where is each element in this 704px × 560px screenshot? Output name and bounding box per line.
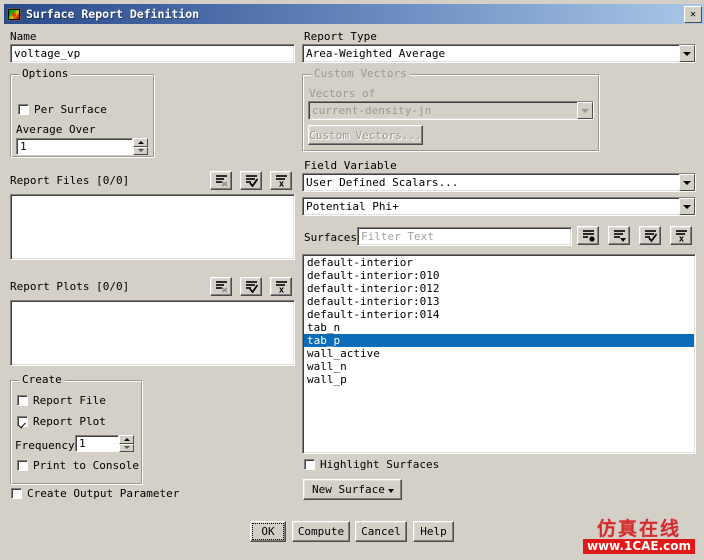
report-files-label: Report Files [0/0] [10,174,129,187]
report-file-checkbox[interactable]: Report File [17,394,106,407]
report-files-check-icon[interactable] [240,171,262,190]
surfaces-list[interactable]: default-interiordefault-interior:010defa… [302,254,696,454]
report-type-combo[interactable]: Area-Weighted Average [302,44,696,63]
surfaces-filter-input[interactable]: Filter Text [357,227,572,246]
ok-button[interactable]: OK [250,521,286,542]
chevron-down-icon-new-surface [388,483,394,496]
custom-vectors-button: Custom Vectors... [308,125,423,145]
field-variable-label: Field Variable [304,159,397,172]
chevron-down-icon[interactable] [679,45,695,62]
surface-report-definition-dialog: Surface Report Definition ✕ Name voltage… [0,0,704,560]
new-surface-label: New Surface [312,483,385,496]
average-over-up-icon[interactable] [133,138,148,147]
vectors-of-value: current-density-jn [312,104,431,117]
list-item[interactable]: wall_active [304,347,695,360]
name-label: Name [10,30,37,43]
average-over-input[interactable]: 1 [16,138,133,155]
watermark-url-text: www.1CAE.com [583,539,695,554]
report-file-label: Report File [33,394,106,407]
field-variable-category-combo[interactable]: User Defined Scalars... [302,173,696,192]
list-item[interactable]: default-interior:010 [304,269,695,282]
create-output-parameter-checkbox-box [11,488,22,499]
print-to-console-checkbox-box [17,460,28,471]
window-titlebar[interactable]: Surface Report Definition ✕ [4,4,704,24]
print-to-console-checkbox[interactable]: Print to Console [17,459,139,472]
report-plot-label: Report Plot [33,415,106,428]
chevron-down-icon-variable[interactable] [679,198,695,215]
field-variable-value: Potential Phi+ [306,200,399,213]
highlight-surfaces-label: Highlight Surfaces [320,458,439,471]
window-title: Surface Report Definition [26,7,199,21]
list-item[interactable]: wall_p [304,373,695,386]
create-group-caption: Create [19,374,65,386]
watermark-cn-text: 仿真在线 [597,519,681,539]
report-files-list[interactable] [10,194,295,260]
svg-text:x: x [678,235,684,243]
options-group-caption: Options [19,68,71,80]
frequency-up-icon[interactable] [119,435,134,444]
frequency-down-icon[interactable] [119,444,134,453]
list-item[interactable]: default-interior [304,256,695,269]
create-output-parameter-label: Create Output Parameter [27,487,179,500]
field-variable-category-value: User Defined Scalars... [306,176,458,189]
list-item[interactable]: default-interior:013 [304,295,695,308]
surfaces-check-icon[interactable] [639,226,661,245]
fluent-app-icon [7,8,21,21]
report-plots-check-icon[interactable] [240,277,262,296]
watermark: 仿真在线 www.1CAE.com [580,514,698,554]
surfaces-dropdown-icon[interactable] [608,226,630,245]
surfaces-label: Surfaces [304,231,357,244]
per-surface-checkbox[interactable]: Per Surface [18,103,107,116]
list-item[interactable]: default-interior:014 [304,308,695,321]
report-plot-checkbox-box [17,416,28,427]
vectors-of-combo: current-density-jn [308,101,594,120]
report-plots-new-icon[interactable] [210,277,232,296]
list-item[interactable]: wall_n [304,360,695,373]
print-to-console-label: Print to Console [33,459,139,472]
highlight-surfaces-checkbox-box [304,459,315,470]
surfaces-select-icon[interactable] [577,226,599,245]
svg-text:x: x [278,180,284,188]
frequency-input[interactable]: 1 [75,435,119,452]
create-output-parameter-checkbox[interactable]: Create Output Parameter [11,487,179,500]
vectors-of-label: Vectors of [309,87,375,100]
report-files-new-icon[interactable] [210,171,232,190]
chevron-down-icon-category[interactable] [679,174,695,191]
average-over-down-icon[interactable] [133,147,148,156]
report-file-checkbox-box [17,395,28,406]
report-type-value: Area-Weighted Average [306,47,445,60]
chevron-down-icon-vectors [577,102,593,119]
highlight-surfaces-checkbox[interactable]: Highlight Surfaces [304,458,439,471]
per-surface-checkbox-box [18,104,29,115]
list-item[interactable]: tab_p [304,334,694,347]
report-plots-list[interactable] [10,300,295,366]
compute-button[interactable]: Compute [292,521,350,542]
custom-vectors-group-caption: Custom Vectors [311,68,410,80]
cancel-button[interactable]: Cancel [355,521,407,542]
name-input[interactable]: voltage_vp [10,44,295,63]
field-variable-value-combo[interactable]: Potential Phi+ [302,197,696,216]
report-plot-checkbox[interactable]: Report Plot [17,415,106,428]
list-item[interactable]: tab_n [304,321,695,334]
report-plots-delete-icon[interactable]: x [270,277,292,296]
report-type-label: Report Type [304,30,377,43]
report-plots-label: Report Plots [0/0] [10,280,129,293]
average-over-label: Average Over [16,123,95,136]
per-surface-label: Per Surface [34,103,107,116]
new-surface-button[interactable]: New Surface [303,479,402,500]
list-item[interactable]: default-interior:012 [304,282,695,295]
frequency-stepper[interactable]: 1 [75,435,134,452]
surfaces-delete-icon[interactable]: x [670,226,692,245]
help-button[interactable]: Help [413,521,454,542]
close-icon[interactable]: ✕ [684,6,702,23]
svg-text:x: x [278,286,284,294]
report-files-delete-icon[interactable]: x [270,171,292,190]
average-over-stepper[interactable]: 1 [16,138,148,155]
frequency-label: Frequency [15,439,75,452]
